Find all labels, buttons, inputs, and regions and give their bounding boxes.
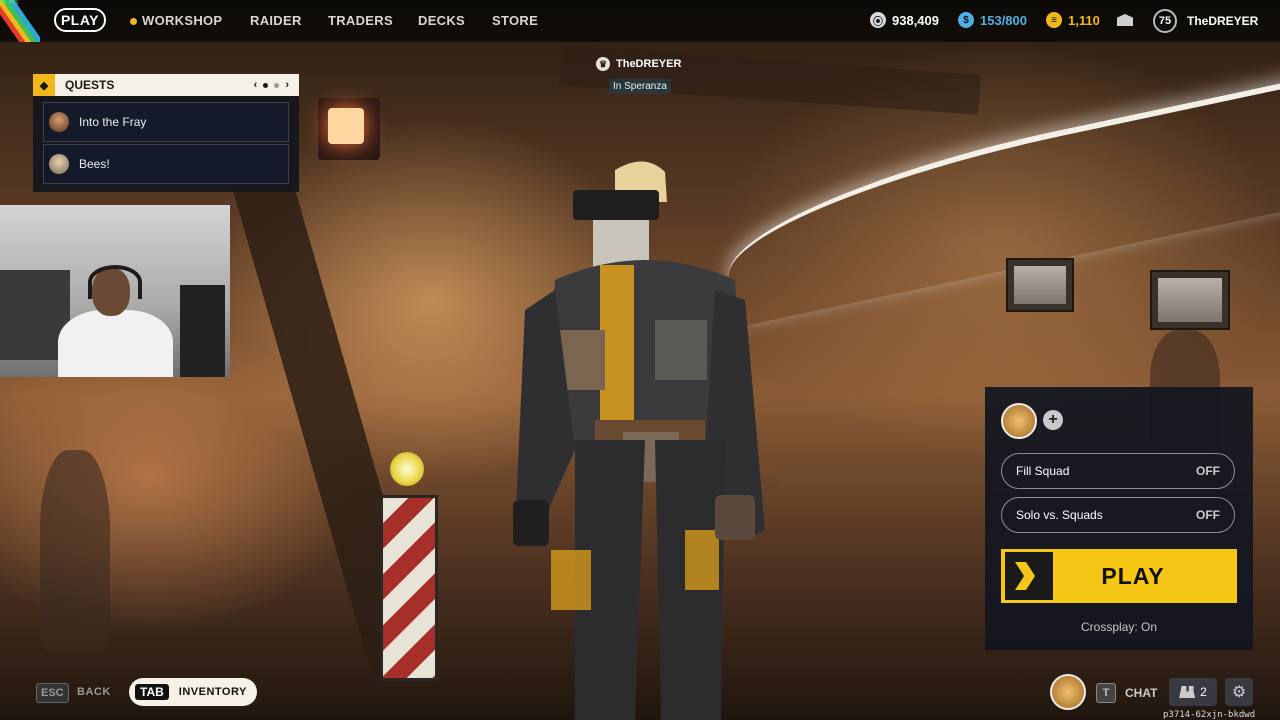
nav-workshop-label: WORKSHOP — [142, 13, 223, 28]
solo-vs-squads-toggle[interactable]: Solo vs. Squads OFF — [1001, 497, 1235, 533]
raider-tokens-balance: $ 153/800 — [958, 12, 1027, 28]
build-id: p3714-62xjn-bkdwd — [1163, 710, 1256, 720]
background-npc — [40, 450, 110, 650]
coins-value: 938,409 — [892, 12, 939, 28]
player-avatar[interactable] — [1050, 674, 1086, 710]
play-button-label: PLAY — [1101, 562, 1165, 589]
quests-header: ◆ QUESTS ‹ › — [33, 74, 299, 96]
fill-squad-toggle[interactable]: Fill Squad OFF — [1001, 453, 1235, 489]
esc-key-hint[interactable]: ESC — [36, 683, 69, 703]
raider-tokens-value: 153/800 — [980, 12, 1027, 28]
coins-balance: ⦿ 938,409 — [870, 12, 939, 28]
nav-traders[interactable]: TRADERS — [328, 13, 393, 28]
credits-value: 1,110 — [1068, 12, 1100, 28]
chat-label[interactable]: CHAT — [1125, 686, 1157, 700]
pager-prev-button[interactable]: ‹ — [254, 79, 258, 91]
nav-decks[interactable]: DECKS — [418, 13, 465, 28]
play-arrow-icon — [1005, 552, 1053, 600]
friends-button[interactable]: 2 — [1169, 678, 1217, 706]
fill-squad-value: OFF — [1196, 464, 1220, 478]
squad-play-panel: + Fill Squad OFF Solo vs. Squads OFF PLA… — [985, 387, 1253, 650]
crt-monitor — [1006, 258, 1074, 312]
quest-item[interactable]: Bees! — [43, 144, 289, 184]
tab-key-hint: TAB — [135, 684, 169, 700]
chat-key-hint[interactable]: T — [1096, 683, 1116, 703]
notification-dot-icon — [130, 18, 137, 26]
fps-counter: 30 FPS — [0, 0, 19, 6]
quest-giver-avatar — [49, 112, 69, 132]
crossplay-status: Crossplay: On — [1080, 620, 1158, 634]
profile-username[interactable]: TheDREYER — [1187, 14, 1258, 28]
top-navigation-bar: 30 FPS PLAY WORKSHOP RAIDER TRADERS DECK… — [0, 0, 1280, 42]
play-button[interactable]: PLAY — [1001, 549, 1237, 603]
player-location: In Speranza — [609, 79, 671, 94]
inventory-label: INVENTORY — [178, 686, 247, 698]
friends-count: 2 — [1200, 685, 1207, 699]
quest-label: Into the Fray — [79, 115, 147, 129]
squad-leader-avatar[interactable] — [1001, 403, 1037, 439]
credits-icon: ≡ — [1046, 12, 1062, 28]
mail-icon[interactable] — [1117, 14, 1133, 26]
raider-token-icon: $ — [958, 12, 974, 28]
nav-play-button[interactable]: PLAY — [54, 8, 106, 32]
crt-monitor — [1150, 270, 1230, 330]
pager-next-button[interactable]: › — [285, 79, 289, 91]
quest-item[interactable]: Into the Fray — [43, 102, 289, 142]
coin-icon: ⦿ — [870, 12, 886, 28]
player-name: TheDREYER — [616, 58, 682, 70]
credits-balance: ≡ 1,110 — [1046, 12, 1100, 28]
nav-store[interactable]: STORE — [492, 13, 538, 28]
player-level-badge[interactable]: 75 — [1153, 9, 1177, 33]
pager-dot-active — [263, 82, 269, 88]
invite-plus-icon[interactable]: + — [1043, 410, 1063, 430]
headset-icon — [88, 265, 142, 299]
quests-title: QUESTS — [65, 78, 115, 92]
game-logo — [0, 0, 40, 42]
bar-counter — [780, 470, 1000, 486]
friends-icon — [1179, 686, 1196, 698]
pager-dot — [274, 82, 280, 88]
quest-label: Bees! — [79, 157, 110, 171]
quests-panel: ◆ QUESTS ‹ › Into the Fray Bees! — [33, 74, 299, 198]
quests-pager: ‹ › — [254, 79, 289, 91]
settings-gear-icon[interactable]: ⚙ — [1225, 678, 1253, 706]
quest-giver-avatar — [49, 154, 69, 174]
raider-character — [513, 161, 765, 720]
back-label[interactable]: BACK — [77, 686, 111, 698]
yellow-beacon — [390, 452, 424, 486]
inventory-button[interactable]: TAB INVENTORY — [129, 678, 257, 706]
nav-workshop[interactable]: WORKSHOP — [130, 13, 222, 28]
quest-diamond-icon: ◆ — [33, 74, 55, 96]
fill-squad-label: Fill Squad — [1016, 464, 1070, 478]
warning-lamp — [318, 98, 380, 160]
webcam-person-body — [58, 310, 173, 377]
solo-vs-squads-value: OFF — [1196, 508, 1220, 522]
nav-raider[interactable]: RAIDER — [250, 13, 302, 28]
solo-vs-squads-label: Solo vs. Squads — [1016, 508, 1103, 522]
player-nameplate: ♛ TheDREYER — [596, 57, 681, 71]
crown-icon: ♛ — [596, 57, 610, 71]
striped-barrier-post — [380, 495, 438, 681]
webcam-overlay — [0, 205, 230, 377]
webcam-chair — [180, 285, 225, 377]
quests-list: Into the Fray Bees! — [33, 96, 299, 192]
